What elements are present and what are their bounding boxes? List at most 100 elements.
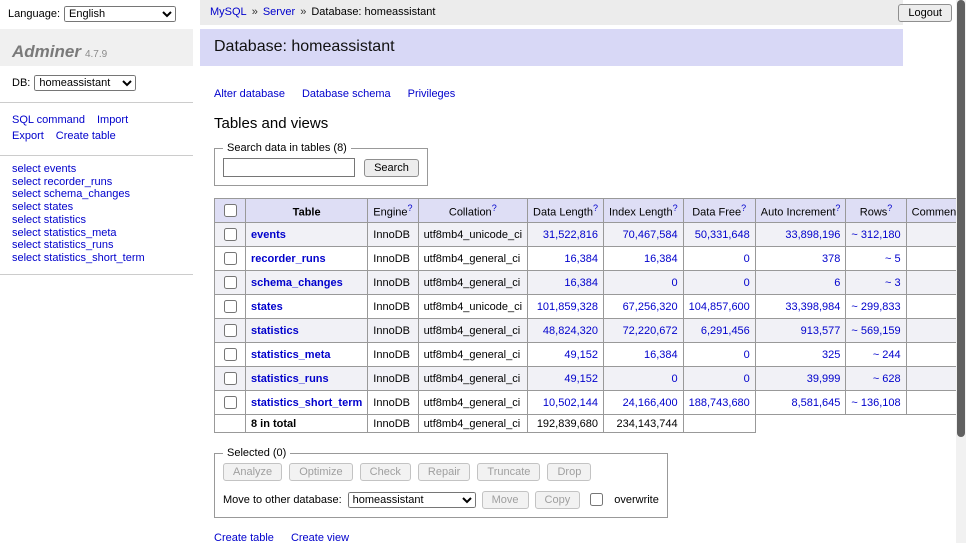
index-length-link[interactable]: 70,467,584 — [623, 229, 678, 241]
auto-increment-link[interactable]: 6 — [834, 277, 840, 289]
row-checkbox[interactable] — [224, 228, 237, 241]
table-name-link[interactable]: recorder_runs — [251, 253, 326, 265]
help-link[interactable]: ? — [741, 203, 746, 213]
rows-count-link[interactable]: ~ 569,159 — [851, 325, 900, 337]
data-free-link[interactable]: 50,331,648 — [695, 229, 750, 241]
alter-database-link[interactable]: Alter database — [214, 88, 285, 100]
rows-count-link[interactable]: ~ 299,833 — [851, 301, 900, 313]
index-length-link[interactable]: 16,384 — [644, 349, 678, 361]
data-length-link[interactable]: 49,152 — [564, 373, 598, 385]
privileges-link[interactable]: Privileges — [408, 88, 456, 100]
table-name-link[interactable]: statistics_short_term — [251, 397, 362, 409]
check-button[interactable]: Check — [360, 463, 411, 481]
data-length-link[interactable]: 49,152 — [564, 349, 598, 361]
sidebar-link-import[interactable]: Import — [97, 114, 128, 126]
sidebar-item-select-events[interactable]: select events — [12, 163, 181, 176]
sidebar-item-select-statistics-runs[interactable]: select statistics_runs — [12, 239, 181, 252]
breadcrumb-mysql-link[interactable]: MySQL — [210, 6, 247, 18]
index-length-link[interactable]: 16,384 — [644, 253, 678, 265]
create-view-link[interactable]: Create view — [291, 532, 349, 543]
breadcrumb-server-link[interactable]: Server — [263, 6, 295, 18]
overwrite-checkbox[interactable] — [590, 493, 603, 506]
logout-button[interactable]: Logout — [898, 4, 952, 22]
rows-count-link[interactable]: ~ 5 — [885, 253, 901, 265]
table-name-link[interactable]: statistics — [251, 325, 299, 337]
data-free-link[interactable]: 104,857,600 — [689, 301, 750, 313]
help-link[interactable]: ? — [408, 203, 413, 213]
auto-increment-link[interactable]: 33,898,196 — [785, 229, 840, 241]
help-link[interactable]: ? — [887, 203, 892, 213]
sidebar-item-select-statistics[interactable]: select statistics — [12, 214, 181, 227]
select-all-checkbox[interactable] — [224, 204, 237, 217]
help-link[interactable]: ? — [835, 203, 840, 213]
data-free-link[interactable]: 6,291,456 — [701, 325, 750, 337]
search-input[interactable] — [223, 158, 355, 177]
help-link[interactable]: ? — [492, 203, 497, 213]
copy-button[interactable]: Copy — [535, 491, 581, 509]
sidebar-item-select-schema-changes[interactable]: select schema_changes — [12, 188, 181, 201]
language-select[interactable]: English — [64, 6, 176, 22]
row-checkbox[interactable] — [224, 324, 237, 337]
sidebar-link-create-table[interactable]: Create table — [56, 130, 116, 142]
table-name-link[interactable]: schema_changes — [251, 277, 343, 289]
data-length-link[interactable]: 16,384 — [564, 277, 598, 289]
auto-increment-link[interactable]: 8,581,645 — [791, 397, 840, 409]
analyze-button[interactable]: Analyze — [223, 463, 282, 481]
move-button[interactable]: Move — [482, 491, 529, 509]
sidebar-link-export[interactable]: Export — [12, 130, 44, 142]
data-free-link[interactable]: 0 — [744, 253, 750, 265]
index-length-link[interactable]: 0 — [672, 373, 678, 385]
sidebar-link-sql-command[interactable]: SQL command — [12, 114, 85, 126]
row-checkbox[interactable] — [224, 396, 237, 409]
auto-increment-link[interactable]: 39,999 — [807, 373, 841, 385]
help-link[interactable]: ? — [673, 203, 678, 213]
row-checkbox[interactable] — [224, 276, 237, 289]
search-button[interactable]: Search — [364, 159, 419, 177]
auto-increment-link[interactable]: 378 — [822, 253, 840, 265]
index-length-link[interactable]: 72,220,672 — [623, 325, 678, 337]
table-name-link[interactable]: statistics_runs — [251, 373, 329, 385]
repair-button[interactable]: Repair — [418, 463, 470, 481]
data-free-link[interactable]: 0 — [744, 373, 750, 385]
table-name-link[interactable]: events — [251, 229, 286, 241]
scrollbar-thumb[interactable] — [957, 0, 965, 437]
sidebar-item-select-states[interactable]: select states — [12, 201, 181, 214]
rows-count-link[interactable]: ~ 628 — [873, 373, 901, 385]
data-length-link[interactable]: 10,502,144 — [543, 397, 598, 409]
rows-count-link[interactable]: ~ 3 — [885, 277, 901, 289]
auto-increment-link[interactable]: 913,577 — [801, 325, 841, 337]
adminer-logo-link[interactable]: Adminer — [12, 42, 81, 61]
create-table-link[interactable]: Create table — [214, 532, 274, 543]
auto-increment-link[interactable]: 325 — [822, 349, 840, 361]
sidebar-item-select-recorder-runs[interactable]: select recorder_runs — [12, 176, 181, 189]
index-length-link[interactable]: 24,166,400 — [623, 397, 678, 409]
rows-count-link[interactable]: ~ 312,180 — [851, 229, 900, 241]
truncate-button[interactable]: Truncate — [477, 463, 540, 481]
row-checkbox[interactable] — [224, 348, 237, 361]
index-length-link[interactable]: 0 — [672, 277, 678, 289]
auto-increment-link[interactable]: 33,398,984 — [785, 301, 840, 313]
row-checkbox[interactable] — [224, 252, 237, 265]
data-free-link[interactable]: 0 — [744, 277, 750, 289]
index-length-link[interactable]: 67,256,320 — [623, 301, 678, 313]
data-free-link[interactable]: 188,743,680 — [689, 397, 750, 409]
row-checkbox[interactable] — [224, 300, 237, 313]
scrollbar[interactable] — [956, 0, 966, 543]
drop-button[interactable]: Drop — [547, 463, 591, 481]
table-name-link[interactable]: statistics_meta — [251, 349, 331, 361]
db-select[interactable]: homeassistant — [34, 75, 136, 91]
data-length-link[interactable]: 31,522,816 — [543, 229, 598, 241]
rows-count-link[interactable]: ~ 244 — [873, 349, 901, 361]
sidebar-item-select-statistics-meta[interactable]: select statistics_meta — [12, 227, 181, 240]
help-link[interactable]: ? — [593, 203, 598, 213]
move-db-select[interactable]: homeassistant — [348, 492, 476, 508]
database-schema-link[interactable]: Database schema — [302, 88, 391, 100]
data-free-link[interactable]: 0 — [744, 349, 750, 361]
sidebar-item-select-statistics-short-term[interactable]: select statistics_short_term — [12, 252, 181, 265]
optimize-button[interactable]: Optimize — [289, 463, 352, 481]
data-length-link[interactable]: 16,384 — [564, 253, 598, 265]
table-name-link[interactable]: states — [251, 301, 283, 313]
data-length-link[interactable]: 48,824,320 — [543, 325, 598, 337]
data-length-link[interactable]: 101,859,328 — [537, 301, 598, 313]
rows-count-link[interactable]: ~ 136,108 — [851, 397, 900, 409]
